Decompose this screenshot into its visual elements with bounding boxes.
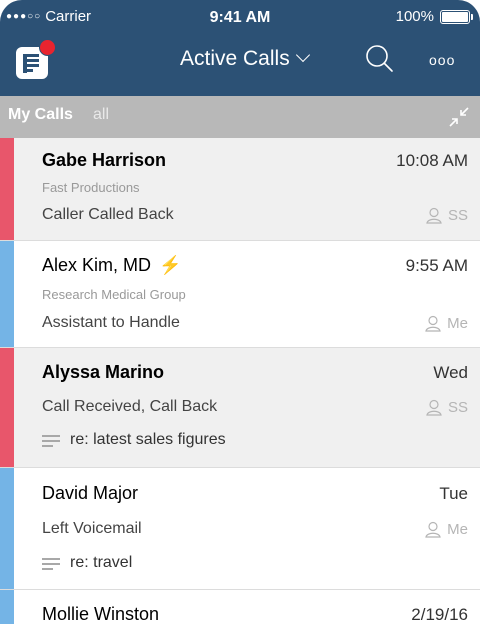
note-lines-icon bbox=[42, 434, 60, 447]
more-options-icon[interactable]: ooo bbox=[429, 52, 455, 68]
priority-stripe bbox=[0, 138, 14, 240]
call-time: 9:55 AM bbox=[405, 256, 468, 275]
priority-stripe bbox=[0, 590, 14, 624]
filter-all[interactable]: all bbox=[93, 106, 109, 124]
app-frame: ●●●○○ Carrier 9:41 AM 100% Active Calls bbox=[0, 0, 480, 624]
note-lines-icon bbox=[42, 557, 60, 570]
call-time: 2/19/16 bbox=[411, 605, 468, 624]
assignee-initials: SS bbox=[447, 399, 468, 416]
call-note: re: travel bbox=[42, 554, 132, 572]
note-text: re: travel bbox=[70, 554, 133, 571]
call-row[interactable]: David Major Tue Left Voicemail Me re: tr… bbox=[0, 468, 480, 590]
call-time: Tue bbox=[439, 484, 468, 503]
call-note: re: latest sales figures bbox=[42, 431, 226, 449]
assignee: SS bbox=[426, 399, 468, 416]
app-header: ●●●○○ Carrier 9:41 AM 100% Active Calls bbox=[0, 0, 480, 108]
note-text: re: latest sales figures bbox=[70, 431, 226, 448]
battery-percent: 100% bbox=[395, 8, 434, 25]
chevron-down-icon bbox=[295, 47, 310, 63]
call-row[interactable]: Alyssa Marino Wed Call Received, Call Ba… bbox=[0, 348, 480, 468]
call-time: 10:08 AM bbox=[396, 151, 468, 170]
call-row[interactable]: Gabe Harrison 10:08 AM Fast Productions … bbox=[0, 138, 480, 241]
call-row[interactable]: Mollie Winston 2/19/16 bbox=[0, 590, 480, 624]
caller-name: Alyssa Marino bbox=[42, 362, 165, 382]
priority-stripe bbox=[0, 241, 14, 347]
battery-indicator: 100% bbox=[395, 8, 473, 25]
notification-dot-icon bbox=[39, 39, 56, 56]
caller-name: Gabe Harrison bbox=[42, 150, 167, 170]
filter-my-calls[interactable]: My Calls bbox=[8, 106, 73, 124]
assignee-initials: Me bbox=[447, 315, 468, 332]
priority-stripe bbox=[0, 348, 14, 467]
search-icon[interactable] bbox=[364, 43, 394, 73]
collapse-icon[interactable] bbox=[448, 106, 470, 128]
status-bar: ●●●○○ Carrier 9:41 AM 100% bbox=[0, 0, 480, 34]
person-icon bbox=[426, 399, 442, 416]
caller-name: Alex Kim, MD bbox=[42, 255, 152, 275]
assignee: SS bbox=[426, 207, 468, 224]
active-calls-dropdown[interactable]: Active Calls bbox=[180, 47, 310, 71]
assignee: Me bbox=[425, 315, 468, 332]
call-status: Assistant to Handle bbox=[42, 314, 180, 331]
person-icon bbox=[426, 207, 442, 224]
lightning-icon: ⚡ bbox=[159, 255, 182, 275]
nav-title-label: Active Calls bbox=[180, 47, 290, 70]
nav-bar: Active Calls ooo bbox=[0, 38, 480, 104]
caller-company: Fast Productions bbox=[42, 180, 140, 195]
caller-name: David Major bbox=[42, 483, 139, 503]
call-status: Left Voicemail bbox=[42, 520, 142, 537]
caller-name: Mollie Winston bbox=[42, 604, 160, 624]
app-logo-icon[interactable] bbox=[16, 39, 56, 79]
person-icon bbox=[425, 521, 441, 538]
call-time: Wed bbox=[433, 363, 468, 382]
person-icon bbox=[425, 315, 441, 332]
assignee-initials: SS bbox=[447, 207, 468, 224]
filter-bar: My Calls all bbox=[0, 96, 480, 138]
priority-stripe bbox=[0, 468, 14, 589]
calls-list: Gabe Harrison 10:08 AM Fast Productions … bbox=[0, 138, 480, 624]
assignee-initials: Me bbox=[447, 521, 468, 538]
assignee: Me bbox=[425, 521, 468, 538]
call-status: Caller Called Back bbox=[42, 206, 174, 223]
call-row[interactable]: Alex Kim, MD ⚡ 9:55 AM Research Medical … bbox=[0, 241, 480, 348]
call-status: Call Received, Call Back bbox=[42, 398, 218, 415]
battery-icon bbox=[440, 9, 473, 24]
caller-company: Research Medical Group bbox=[42, 287, 186, 302]
caller-name-wrap: Alex Kim, MD ⚡ bbox=[42, 255, 181, 276]
